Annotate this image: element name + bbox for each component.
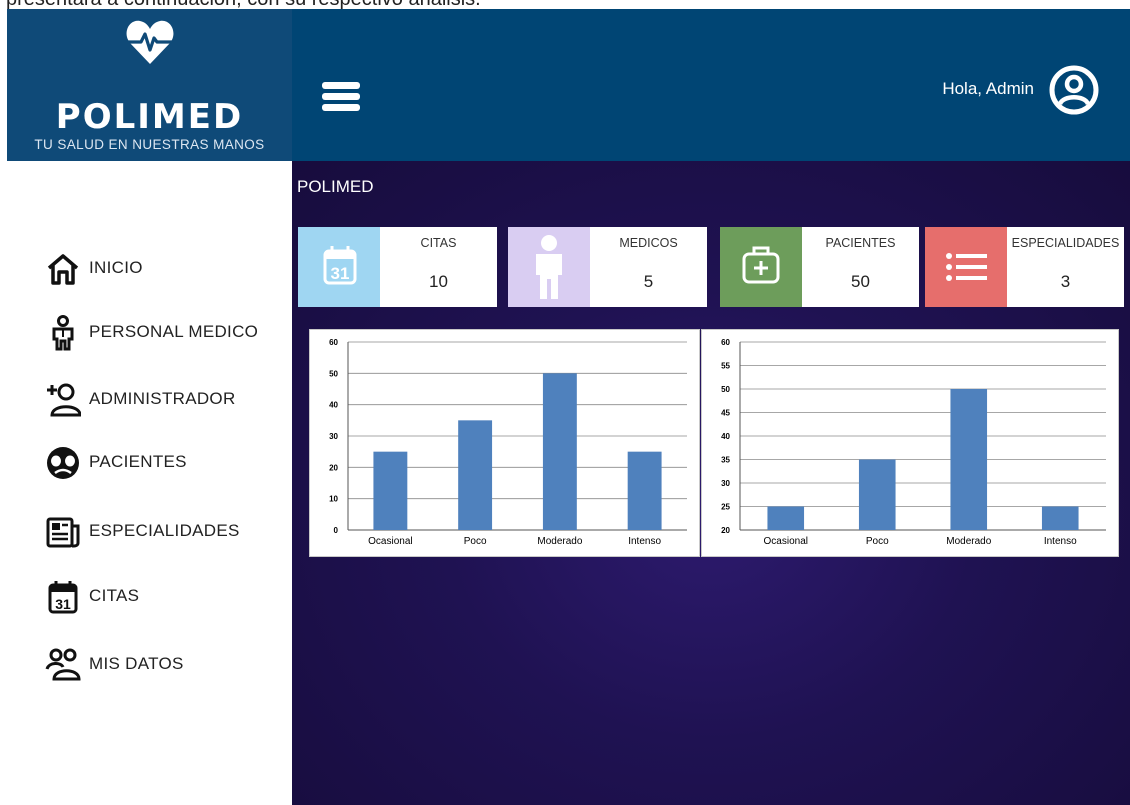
sidebar-item-label: PERSONAL MEDICO bbox=[89, 322, 259, 341]
sidebar-item-label: ESPECIALIDADES bbox=[89, 521, 240, 540]
newspaper-icon bbox=[46, 517, 80, 548]
users-icon bbox=[45, 648, 81, 681]
sidebar-item-citas[interactable]: 31 CITAS bbox=[7, 571, 292, 621]
page-title: POLIMED bbox=[297, 177, 374, 196]
y-tick-label: 50 bbox=[721, 385, 730, 394]
sidebar-item-mis-datos[interactable]: MIS DATOS bbox=[7, 639, 292, 689]
x-tick-label: Moderado bbox=[537, 536, 582, 547]
sidebar-item-especialidades[interactable]: ESPECIALIDADES bbox=[7, 506, 292, 556]
y-tick-label: 35 bbox=[721, 456, 730, 465]
svg-text:31: 31 bbox=[55, 596, 71, 612]
patient-face-icon bbox=[47, 447, 79, 479]
y-tick-label: 0 bbox=[334, 526, 339, 535]
stat-card-citas[interactable]: 31 CITAS 10 bbox=[298, 227, 497, 307]
logo-name: POLIMED bbox=[55, 97, 244, 137]
bar-intenso bbox=[627, 451, 662, 530]
x-tick-label: Moderado bbox=[946, 536, 991, 547]
sidebar-item-label: ADMINISTRADOR bbox=[89, 389, 236, 408]
add-user-icon bbox=[47, 383, 81, 417]
y-tick-label: 30 bbox=[721, 479, 730, 488]
sidebar-item-inicio[interactable]: INICIO bbox=[7, 243, 292, 293]
card-label: PACIENTES bbox=[825, 236, 896, 250]
sidebar-item-label: MIS DATOS bbox=[89, 654, 184, 673]
bar-chart-svg: 20 25 30 35 40 45 50 55 60 Ocasional Poco Moderado I… bbox=[721, 338, 1106, 547]
card-value: 50 bbox=[851, 272, 870, 291]
stat-card-especialidades[interactable]: ESPECIALIDADES 3 bbox=[925, 227, 1124, 307]
y-tick-label: 25 bbox=[721, 503, 730, 512]
greeting-text: Hola, Admin bbox=[942, 79, 1034, 98]
y-tick-label: 40 bbox=[721, 432, 730, 441]
calendar-icon: 31 bbox=[48, 581, 78, 614]
main-content: POLIMED 31 CITAS 10 MEDICOS 5 PACIENTES … bbox=[292, 161, 1130, 805]
card-label: MEDICOS bbox=[619, 236, 678, 250]
y-tick-label: 50 bbox=[329, 369, 338, 378]
sidebar-item-label: CITAS bbox=[89, 586, 140, 605]
card-value: 10 bbox=[429, 272, 448, 291]
sidebar-item-personal-medico[interactable]: PERSONAL MEDICO bbox=[7, 307, 292, 357]
calendar-icon: 31 bbox=[323, 246, 357, 285]
y-tick-label: 20 bbox=[329, 463, 338, 472]
hamburger-menu-icon[interactable] bbox=[322, 82, 360, 112]
card-value: 3 bbox=[1060, 272, 1071, 291]
bar-ocasional bbox=[767, 506, 805, 530]
card-label: CITAS bbox=[420, 236, 457, 250]
card-label: ESPECIALIDADES bbox=[1011, 236, 1120, 250]
heart-pulse-icon bbox=[126, 20, 174, 65]
stat-card-pacientes[interactable]: PACIENTES 50 bbox=[720, 227, 919, 307]
bar-poco bbox=[858, 459, 896, 530]
sidebar-item-administrador[interactable]: ADMINISTRADOR bbox=[7, 374, 292, 424]
x-tick-label: Poco bbox=[464, 536, 487, 547]
doctor-icon bbox=[52, 315, 74, 351]
y-tick-label: 10 bbox=[329, 495, 338, 504]
person-icon bbox=[536, 235, 562, 299]
y-tick-label: 40 bbox=[329, 401, 338, 410]
sidebar-item-pacientes[interactable]: PACIENTES bbox=[7, 437, 292, 487]
y-tick-label: 30 bbox=[329, 432, 338, 441]
bar-chart-svg: 0 10 20 30 40 50 60 Ocasional Poco Moderado Intens… bbox=[329, 338, 687, 547]
card-icon-bg bbox=[720, 227, 802, 307]
y-tick-label: 60 bbox=[721, 338, 730, 347]
card-icon-bg bbox=[925, 227, 1007, 307]
bar-poco bbox=[458, 420, 493, 530]
x-tick-label: Intenso bbox=[628, 536, 661, 547]
bar-moderado bbox=[950, 389, 988, 530]
bar-intenso bbox=[1041, 506, 1079, 530]
bar-chart-2: 20 25 30 35 40 45 50 55 60 Ocasional Poco Moderado I… bbox=[701, 329, 1119, 557]
y-tick-label: 20 bbox=[721, 526, 730, 535]
x-tick-label: Ocasional bbox=[368, 536, 412, 547]
svg-text:31: 31 bbox=[331, 264, 350, 283]
sidebar: INICIO PERSONAL MEDICO ADMINISTRADOR PAC… bbox=[7, 161, 292, 805]
x-tick-label: Poco bbox=[866, 536, 889, 547]
user-circle-icon[interactable] bbox=[1048, 64, 1100, 116]
bar-chart-1: 0 10 20 30 40 50 60 Ocasional Poco Moderado Intens… bbox=[309, 329, 700, 557]
list-icon bbox=[946, 253, 987, 281]
home-icon bbox=[47, 254, 79, 285]
y-tick-label: 55 bbox=[721, 362, 730, 371]
y-tick-label: 60 bbox=[329, 338, 338, 347]
logo[interactable]: POLIMED TU SALUD EN NUESTRAS MANOS bbox=[7, 9, 292, 161]
card-icon-bg: 31 bbox=[298, 227, 380, 307]
card-icon-bg bbox=[508, 227, 590, 307]
y-tick-label: 45 bbox=[721, 409, 730, 418]
stat-card-medicos[interactable]: MEDICOS 5 bbox=[508, 227, 707, 307]
logo-tagline: TU SALUD EN NUESTRAS MANOS bbox=[34, 137, 265, 152]
bar-ocasional bbox=[373, 451, 408, 530]
card-value: 5 bbox=[643, 272, 654, 291]
x-tick-label: Intenso bbox=[1044, 536, 1077, 547]
top-header: Hola, Admin bbox=[292, 9, 1130, 161]
sidebar-item-label: INICIO bbox=[89, 258, 143, 277]
x-tick-label: Ocasional bbox=[764, 536, 808, 547]
medical-kit-icon bbox=[742, 246, 780, 284]
bar-moderado bbox=[542, 373, 577, 530]
sidebar-item-label: PACIENTES bbox=[89, 452, 187, 471]
